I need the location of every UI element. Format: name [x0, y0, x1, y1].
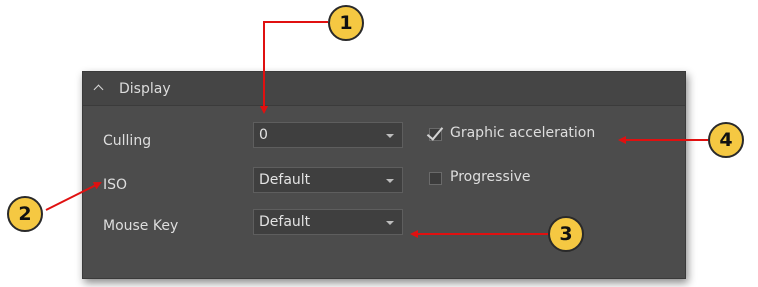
- callout-4: 4: [708, 122, 744, 158]
- callout-3: 3: [548, 216, 584, 252]
- callout-2: 2: [7, 196, 43, 232]
- arrow-1: [260, 21, 328, 114]
- annotation-arrows: [45, 21, 708, 238]
- callout-1: 1: [328, 5, 364, 41]
- arrow-2: [45, 182, 102, 211]
